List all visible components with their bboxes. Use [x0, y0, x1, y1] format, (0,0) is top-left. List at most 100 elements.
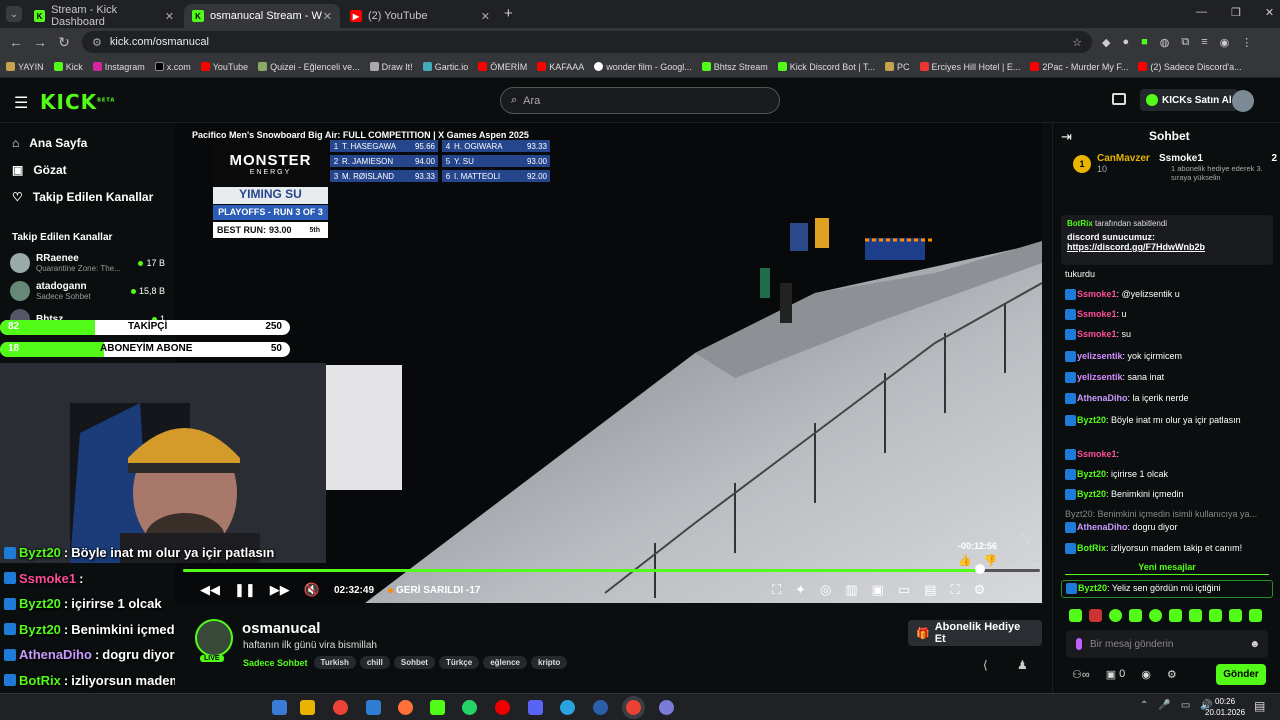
close-icon[interactable]: ✕ — [481, 10, 490, 23]
dislike-icon[interactable]: 👎 — [984, 554, 998, 567]
share-icon[interactable]: ⟨ — [983, 658, 988, 672]
vpn-icon[interactable] — [593, 700, 608, 715]
notification-icon[interactable]: ▤ — [1254, 699, 1265, 713]
gift-subscription-button[interactable]: 🎁 Abonelik Hediye Et — [908, 620, 1042, 646]
clip-icon[interactable]: ⛶ — [772, 582, 781, 598]
bookmark-item[interactable]: ÖMERİM — [478, 62, 527, 72]
hamburger-menu-icon[interactable]: ☰ — [14, 93, 28, 113]
bookmark-star-icon[interactable]: ☆ — [1072, 36, 1082, 49]
puzzle-icon[interactable]: ⧉ — [1181, 36, 1189, 49]
speed-icon[interactable]: ◎ — [820, 582, 831, 598]
bookmark-item[interactable]: YouTube — [200, 62, 248, 72]
bookmark-item[interactable]: Kick Discord Bot | T... — [777, 62, 875, 72]
chat-username[interactable]: yelizsentik — [1077, 351, 1123, 361]
category-link[interactable]: Sadece Sohbet — [243, 658, 308, 668]
extension-icon[interactable]: ◆ — [1102, 36, 1110, 49]
emote-icon[interactable] — [1149, 609, 1162, 622]
bookmark-item[interactable]: 2Pac - Murder My F... — [1030, 62, 1128, 72]
tray-chevron-icon[interactable]: ⌃ — [1140, 700, 1148, 711]
bookmark-item[interactable]: YAYIN — [6, 62, 44, 72]
extension-icon[interactable]: ● — [1122, 36, 1129, 49]
buy-kicks-button[interactable]: KICKs Satın Al — [1140, 89, 1238, 111]
tag-chip[interactable]: Sohbet — [393, 656, 435, 669]
like-icon[interactable]: 👍 — [958, 554, 972, 567]
close-window-icon[interactable]: ✕ — [1265, 6, 1274, 19]
telegram-icon[interactable] — [560, 700, 575, 715]
sidebar-item-browse[interactable]: ▣ Gözat — [0, 156, 175, 183]
emote-icon[interactable] — [1089, 609, 1102, 622]
chat-bubble-icon[interactable]: ◉ — [1141, 668, 1151, 681]
channel-avatar[interactable] — [195, 619, 233, 657]
emote-icon[interactable] — [1109, 609, 1122, 622]
site-info-icon[interactable]: ⚙ — [92, 36, 102, 49]
pip-icon[interactable]: ▣ — [872, 582, 884, 598]
sparkle-icon[interactable]: ✦ — [795, 582, 806, 598]
bookmark-item[interactable]: Erciyes Hill Hotel | E... — [919, 62, 1020, 72]
bookmark-item[interactable]: Kick — [53, 62, 83, 72]
reload-icon[interactable]: ↻ — [52, 34, 76, 51]
cast-icon[interactable]: ▭ — [898, 582, 910, 598]
tag-chip[interactable]: chill — [359, 656, 390, 669]
forward-icon[interactable]: → — [28, 34, 52, 50]
maximize-icon[interactable]: ❐ — [1231, 6, 1241, 19]
close-icon[interactable]: ✕ — [323, 10, 332, 23]
tag-chip[interactable]: Türkçe — [438, 656, 480, 669]
points-counter[interactable]: ▣ 0 — [1106, 668, 1126, 681]
bookmark-item[interactable]: x.com — [154, 62, 191, 72]
bookmark-item[interactable]: Draw It! — [369, 62, 413, 72]
seek-handle[interactable] — [975, 564, 985, 574]
user-icon[interactable]: ♟ — [1017, 658, 1028, 672]
outlook-icon[interactable] — [366, 700, 381, 715]
search-input[interactable]: ⌕ Ara — [500, 87, 780, 114]
chat-overlay-icon[interactable]: ▤ — [924, 582, 936, 598]
emote-icon[interactable] — [1249, 609, 1262, 622]
chat-username[interactable]: Byzt20 — [1077, 415, 1106, 425]
taskview-icon[interactable] — [272, 700, 287, 715]
emote-icon[interactable] — [1229, 609, 1242, 622]
emote-icon[interactable] — [1129, 609, 1142, 622]
new-messages-divider[interactable]: Yeni mesajlar — [1065, 562, 1269, 575]
profile-avatar-icon[interactable]: ◉ — [1220, 36, 1230, 49]
send-button[interactable]: Gönder — [1216, 664, 1266, 685]
comment-icon[interactable]: ▭ — [1009, 554, 1019, 567]
collapse-chat-icon[interactable]: ⇥ — [1061, 129, 1072, 145]
chrome-active-icon[interactable] — [626, 700, 641, 715]
channel-name[interactable]: osmanucal — [242, 620, 320, 637]
bookmark-item[interactable]: Quizei - Eğlenceli ve... — [258, 62, 360, 72]
discord-icon[interactable] — [528, 700, 543, 715]
bookmark-item[interactable]: KAFAAA — [537, 62, 584, 72]
bookmark-item[interactable]: Gartic.io — [422, 62, 468, 72]
chat-message-input[interactable]: Bir mesaj gönderin ☻ — [1066, 630, 1268, 658]
menu-dots-icon[interactable]: ⋮ — [1241, 36, 1252, 49]
url-field[interactable]: ⚙ kick.com/osmanucal ☆ — [82, 31, 1092, 53]
close-icon[interactable]: ✕ — [165, 10, 174, 23]
bookmark-item[interactable]: PC — [884, 62, 910, 72]
emote-icon[interactable] — [1069, 609, 1082, 622]
sidebar-item-following[interactable]: ♡ Takip Edilen Kanallar — [0, 183, 175, 210]
chrome-icon[interactable] — [333, 700, 348, 715]
bookmark-item[interactable]: wonder film - Googl... — [594, 62, 692, 72]
user-avatar[interactable] — [1232, 90, 1254, 112]
tab-youtube[interactable]: ▶ (2) YouTube ✕ — [342, 4, 498, 28]
opera-icon[interactable] — [495, 700, 510, 715]
tab-osmanucal-stream[interactable]: K osmanucal Stream - Watch Live ✕ — [184, 4, 340, 28]
chat-username[interactable]: Ssmoke1 — [1077, 309, 1117, 319]
extension-icon[interactable]: ◍ — [1160, 36, 1170, 49]
sidebar-item-home[interactable]: ⌂ Ana Sayfa — [0, 129, 175, 156]
theatre-mode-icon[interactable] — [1112, 93, 1126, 105]
chat-username[interactable]: Ssmoke1 — [1077, 289, 1117, 299]
tag-chip[interactable]: kripto — [531, 656, 568, 669]
bookmark-item[interactable]: Instagram — [92, 62, 145, 72]
chat-username[interactable]: AthenaDiho — [1077, 393, 1128, 403]
app-icon[interactable] — [659, 700, 674, 715]
chat-settings-icon[interactable]: ⚙ — [1167, 668, 1177, 681]
firefox-icon[interactable] — [398, 700, 413, 715]
emote-icon[interactable] — [1209, 609, 1222, 622]
theatre-icon[interactable]: ▥ — [845, 582, 857, 598]
network-icon[interactable]: ▭ — [1181, 700, 1190, 711]
tag-chip[interactable]: Turkish — [313, 656, 356, 669]
channel-item[interactable]: RRaenee Quarantine Zone: The... 17 B — [0, 249, 175, 277]
emoji-icon[interactable]: ☻ — [1249, 639, 1260, 650]
chat-username[interactable]: Ssmoke1 — [1077, 329, 1117, 339]
new-tab-button[interactable]: + — [504, 5, 513, 22]
